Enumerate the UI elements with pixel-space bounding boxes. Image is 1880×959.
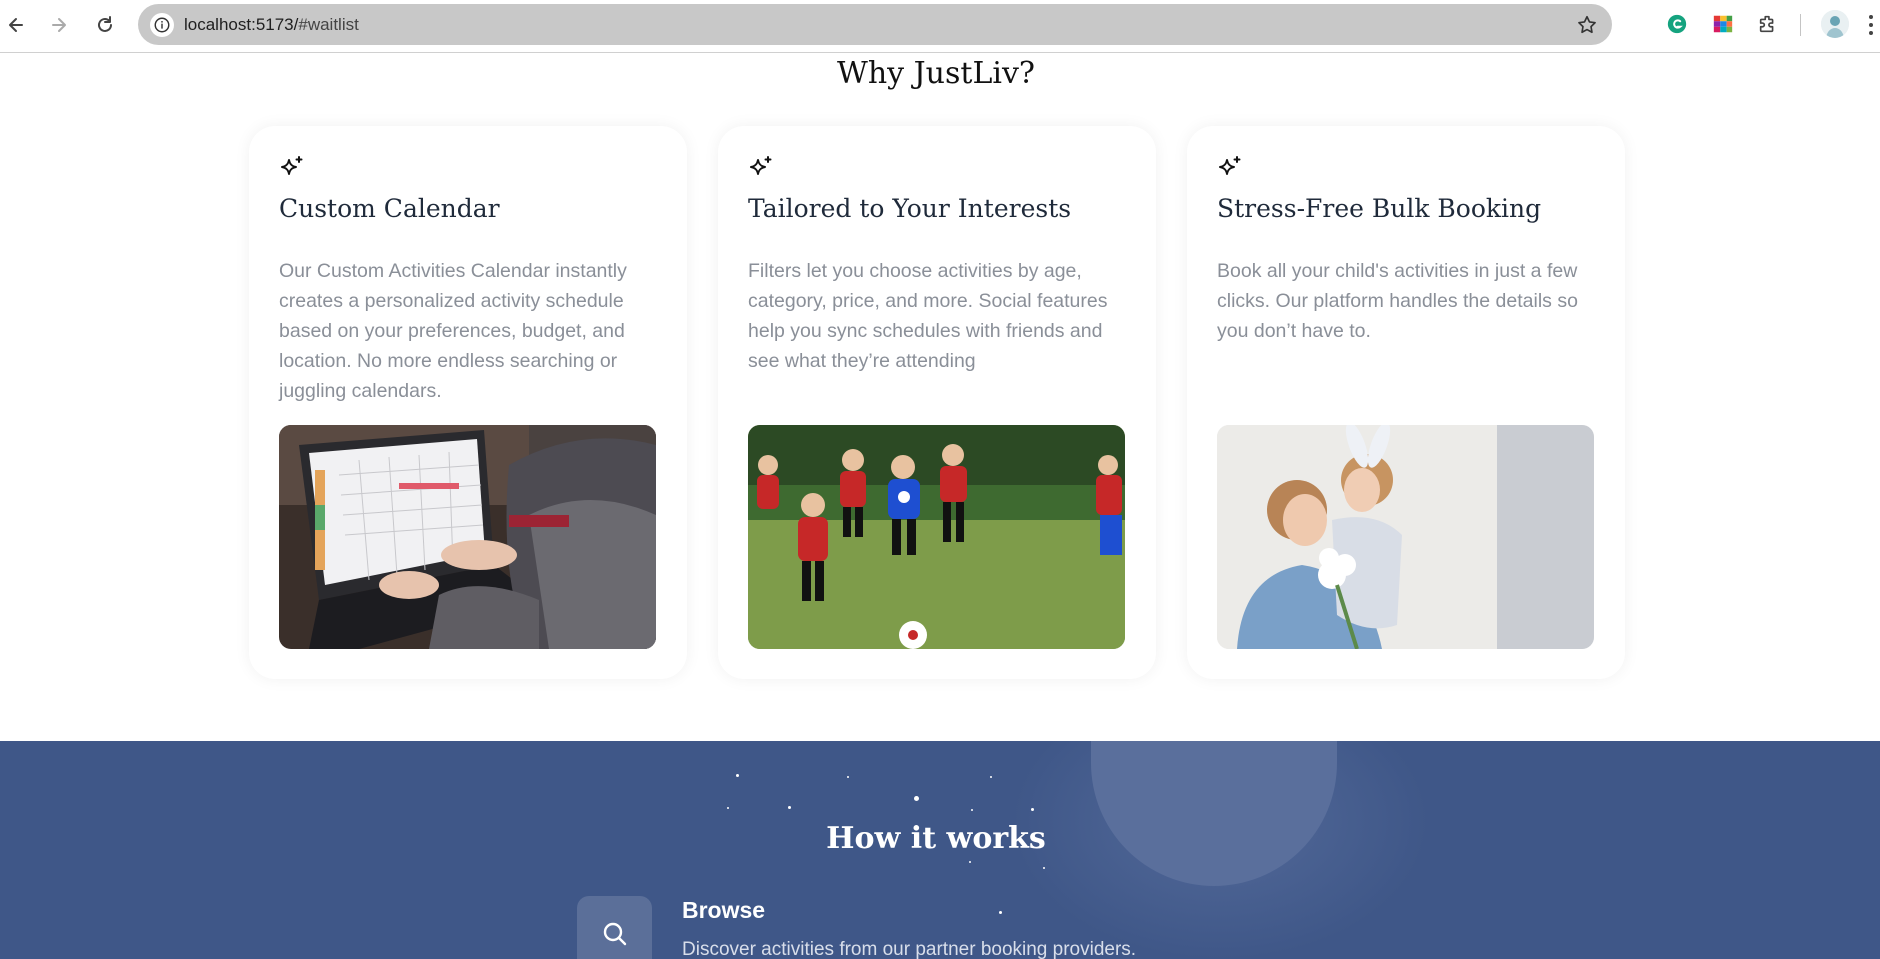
- kebab-menu-icon[interactable]: [1868, 14, 1874, 36]
- star-decoration: [999, 911, 1002, 914]
- star-decoration: [1043, 867, 1045, 869]
- star-decoration: [1031, 808, 1034, 811]
- grammarly-icon[interactable]: [1665, 12, 1689, 36]
- star-decoration: [736, 774, 739, 777]
- browser-toolbar: localhost:5173/#waitlist: [0, 0, 1880, 53]
- info-icon[interactable]: [150, 13, 174, 37]
- back-arrow-icon: [9, 18, 23, 32]
- profile-avatar[interactable]: [1821, 10, 1849, 38]
- star-decoration: [727, 807, 729, 809]
- reload-icon: [98, 16, 112, 32]
- mother-daughter-photo: [1217, 425, 1594, 649]
- why-section-title: Why JustLiv?: [837, 56, 1035, 91]
- puzzle-extensions-icon[interactable]: [1756, 12, 1780, 36]
- browse-step-icon-box: [577, 896, 652, 959]
- star-decoration: [969, 861, 971, 863]
- extension-color-icon[interactable]: [1711, 12, 1735, 36]
- how-it-works-section: How it works Browse Discover activities …: [0, 741, 1880, 959]
- url-host: localhost:5173/: [184, 15, 299, 34]
- sparkle-icon: [750, 156, 772, 175]
- star-decoration: [914, 796, 919, 801]
- url-text: localhost:5173/#waitlist: [184, 15, 359, 35]
- forward-arrow-icon: [52, 18, 66, 32]
- feature-card-tailored-interests: Tailored to Your Interests Filters let y…: [718, 126, 1156, 679]
- toolbar-divider: [1800, 14, 1801, 36]
- star-decoration: [990, 776, 992, 778]
- card-description: Book all your child's activities in just…: [1217, 260, 1578, 342]
- feature-card-custom-calendar: Custom Calendar Our Custom Activities Ca…: [249, 126, 687, 679]
- feature-card-bulk-booking: Stress-Free Bulk Booking Book all your c…: [1187, 126, 1625, 679]
- card-description: Our Custom Activities Calendar instantly…: [279, 260, 627, 402]
- kids-soccer-photo: [748, 425, 1125, 649]
- star-decoration: [847, 776, 849, 778]
- how-it-works-title: How it works: [826, 821, 1046, 856]
- sparkle-icon: [281, 156, 303, 175]
- url-path: #waitlist: [298, 15, 359, 34]
- sparkle-icon: [1219, 156, 1241, 175]
- card-description: Filters let you choose activities by age…: [748, 260, 1108, 372]
- card-title: Stress-Free Bulk Booking: [1217, 194, 1542, 223]
- search-icon: [603, 922, 626, 945]
- star-decoration: [971, 809, 973, 811]
- card-title: Custom Calendar: [279, 194, 500, 223]
- forward-button[interactable]: [45, 11, 73, 39]
- star-decoration: [788, 806, 791, 809]
- back-button[interactable]: [2, 11, 30, 39]
- card-title: Tailored to Your Interests: [748, 194, 1072, 223]
- address-bar[interactable]: localhost:5173/#waitlist: [138, 4, 1612, 45]
- laptop-calendar-photo: [279, 425, 656, 649]
- step-description: Discover activities from our partner boo…: [682, 939, 1137, 959]
- star-bookmark-icon[interactable]: [1576, 14, 1598, 36]
- reload-button[interactable]: [91, 11, 119, 39]
- step-title: Browse: [682, 897, 766, 923]
